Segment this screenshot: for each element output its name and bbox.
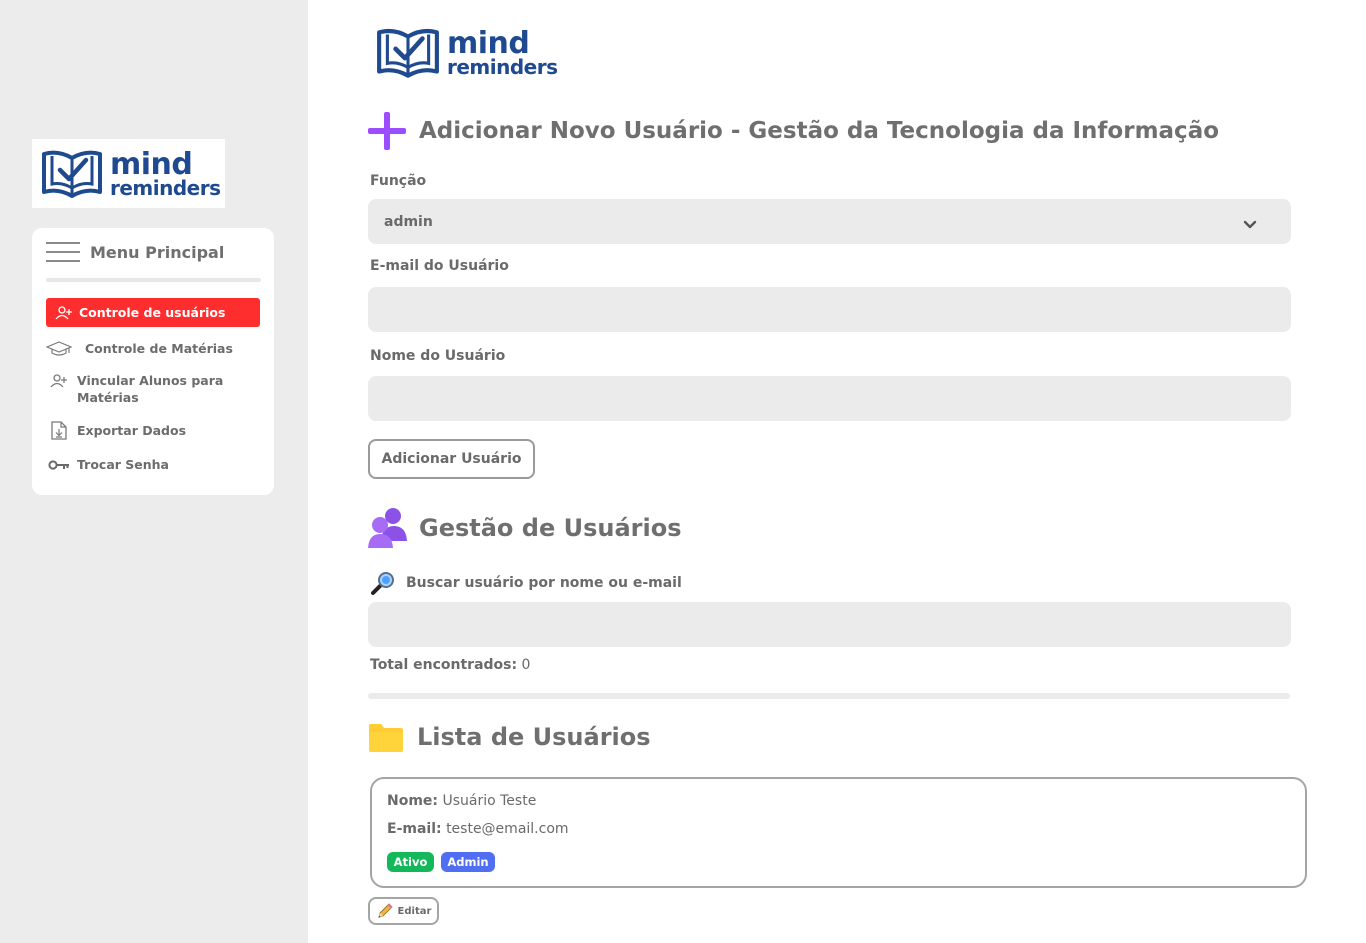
menu-title: Menu Principal [90,242,225,262]
list-section-title: Lista de Usuários [368,722,651,752]
user-name-row: Nome: Usuário Teste [387,793,536,809]
management-section-title: Gestão de Usuários [368,507,681,549]
search-label: Buscar usuário por nome ou e-mail [406,575,682,591]
sidebar-item-label: Trocar Senha [77,457,169,472]
name-label: Nome do Usuário [370,348,506,364]
sidebar-item-label: Vincular Alunos para Matérias [77,372,223,406]
file-export-icon [46,421,72,440]
status-badge: Ativo [387,852,434,872]
pencil-icon [377,903,393,918]
sidebar-item-label: Controle de Matérias [85,341,233,356]
total-found: Total encontrados: 0 [370,657,530,673]
sidebar-item-change-password[interactable]: Trocar Senha [46,456,260,473]
role-select[interactable]: admin [368,199,1291,244]
sidebar-item-label-line1: Vincular Alunos para [77,373,224,388]
total-label: Total encontrados: [370,657,518,673]
role-label: Função [370,173,427,189]
logo-text-mind: mind [110,146,193,182]
sidebar-item-label: Controle de usuários [79,305,226,320]
search-input[interactable] [368,602,1291,647]
section-divider [368,693,1290,699]
sidebar: mind reminders Menu Principal Controle d… [0,0,308,943]
user-plus-icon [46,374,72,388]
role-badge: Admin [441,852,495,872]
user-name-label: Nome: [387,793,439,809]
plus-icon [368,112,406,150]
sidebar-item-subject-control[interactable]: Controle de Matérias [46,340,260,357]
search-label-row: Buscar usuário por nome ou e-mail [370,570,682,596]
user-email-row: E-mail: teste@email.com [387,821,569,837]
sidebar-item-label-line2: Matérias [77,390,139,405]
folder-icon [369,724,403,752]
role-select-value: admin [384,213,433,230]
graduation-cap-icon [46,340,72,357]
email-label: E-mail do Usuário [370,258,509,274]
user-name-value: Usuário Teste [442,793,537,809]
page-title: Adicionar Novo Usuário - Gestão da Tecno… [419,118,1220,144]
menu-divider [46,278,261,282]
user-card: Nome: Usuário Teste E-mail: teste@email.… [370,777,1307,888]
hamburger-icon[interactable] [46,242,80,262]
sidebar-item-label: Exportar Dados [77,423,187,438]
logo-text-reminders: reminders [110,175,221,200]
sidebar-item-user-control[interactable]: Controle de usuários [46,298,260,327]
logo-text-reminders: reminders [447,55,558,79]
email-field[interactable] [368,287,1291,332]
magnifying-glass-icon [371,572,394,595]
key-icon [46,459,72,471]
management-title: Gestão de Usuários [419,514,682,542]
users-icon [368,508,407,548]
sidebar-logo[interactable]: mind reminders [32,139,225,208]
add-user-section-title: Adicionar Novo Usuário - Gestão da Tecno… [368,112,1219,150]
header-logo[interactable]: mind reminders [375,24,558,82]
main-menu: Menu Principal Controle de usuários Cont… [32,228,274,495]
user-plus-icon [54,305,74,320]
name-field[interactable] [368,376,1291,421]
user-email-value: teste@email.com [446,821,569,837]
edit-button[interactable]: Editar [368,897,439,925]
edit-button-label: Editar [397,905,432,917]
add-user-button[interactable]: Adicionar Usuário [368,439,535,479]
total-value: 0 [521,657,531,673]
book-check-logo-icon [42,150,102,198]
user-email-label: E-mail: [387,821,442,837]
sidebar-item-link-students[interactable]: Vincular Alunos para Matérias [46,372,260,406]
book-check-logo-icon [377,28,439,78]
chevron-down-icon [1243,220,1257,228]
menu-header: Menu Principal [46,242,224,262]
list-title: Lista de Usuários [417,723,651,751]
sidebar-item-export-data[interactable]: Exportar Dados [46,421,260,440]
